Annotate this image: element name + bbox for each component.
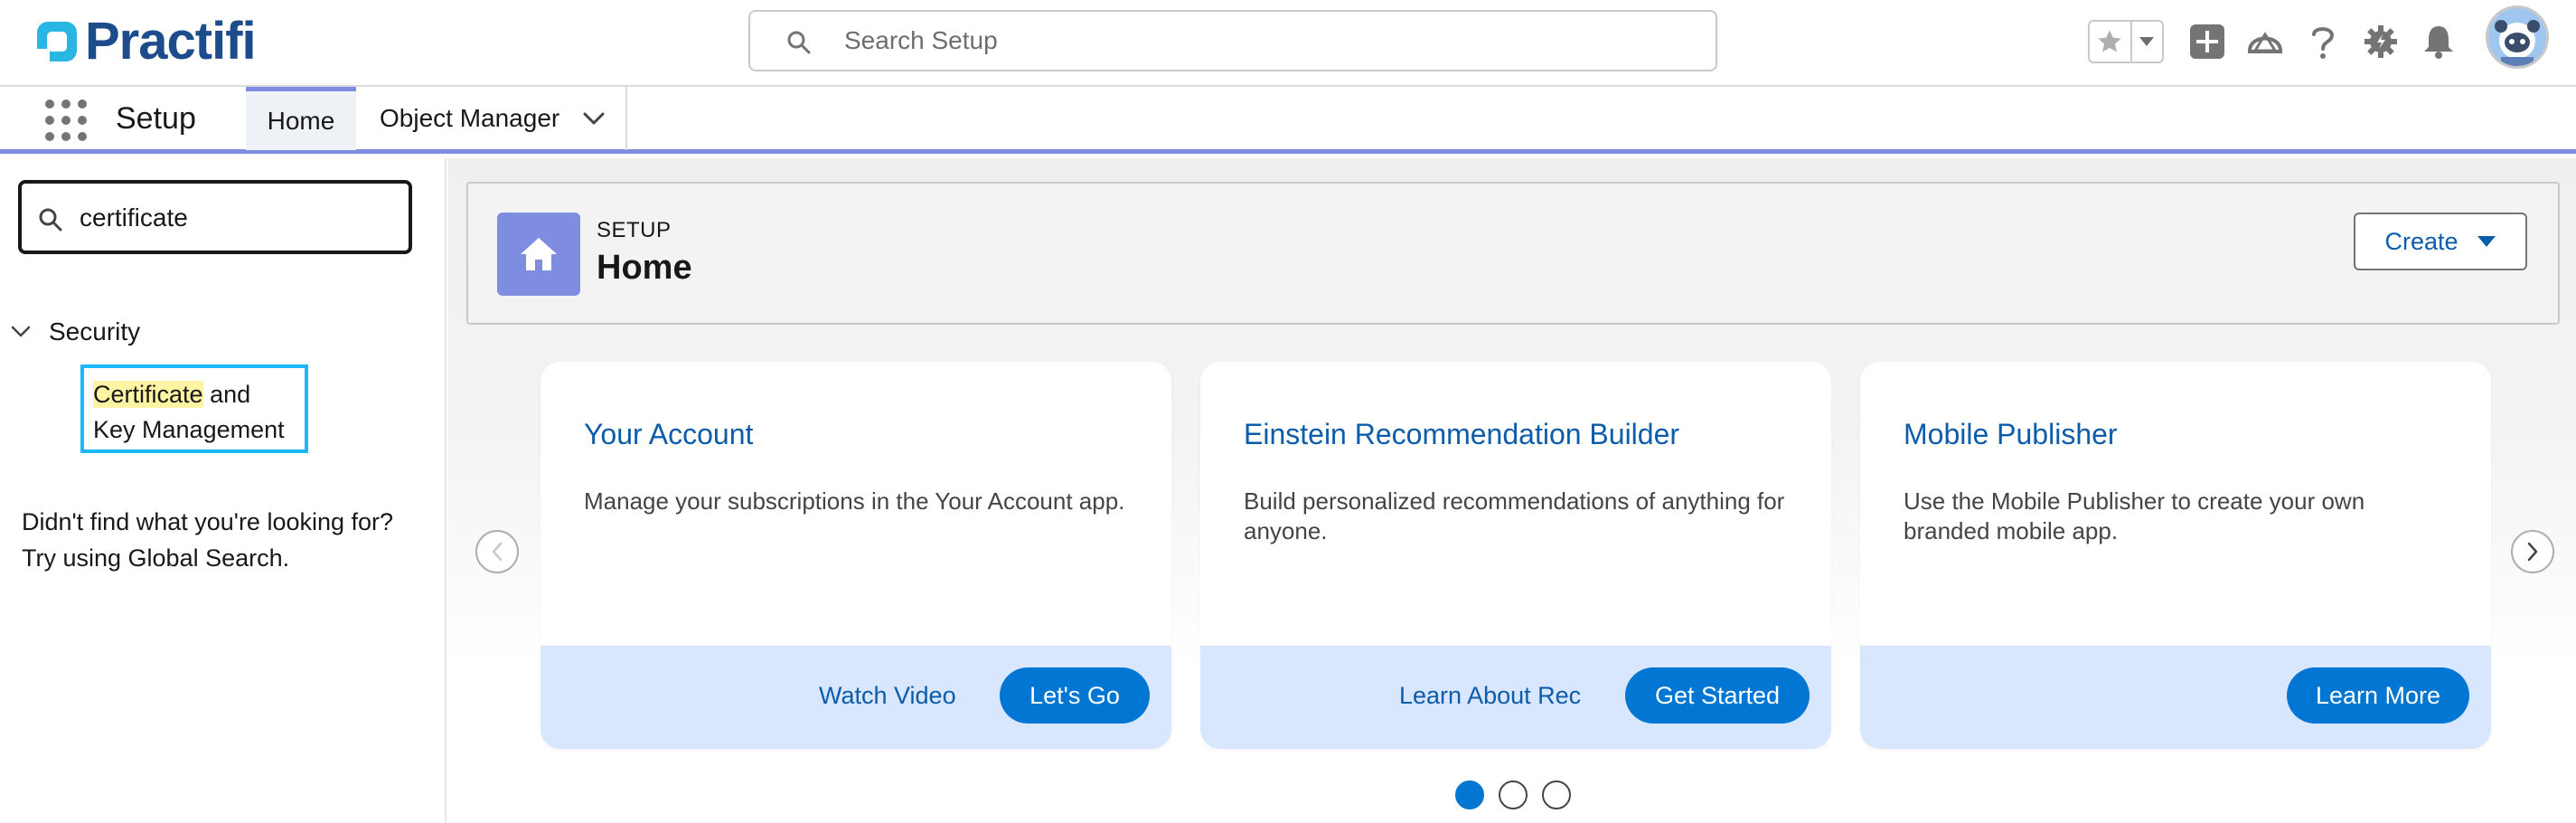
- create-button-label: Create: [2384, 227, 2458, 255]
- chevron-left-icon: [492, 542, 503, 562]
- favorites-group[interactable]: [2088, 20, 2164, 63]
- quick-find-box[interactable]: [18, 180, 412, 254]
- tab-home[interactable]: Home: [246, 87, 356, 150]
- caret-down-icon: [2139, 37, 2155, 46]
- chevron-down-icon[interactable]: [11, 326, 31, 338]
- global-actions-button[interactable]: [2187, 22, 2227, 61]
- app-launcher-icon[interactable]: [45, 99, 87, 141]
- carousel-next-button[interactable]: [2511, 530, 2554, 573]
- tab-home-label: Home: [267, 106, 335, 135]
- chevron-right-icon: [2527, 542, 2538, 562]
- card-title[interactable]: Einstein Recommendation Builder: [1244, 418, 1679, 451]
- watch-video-link[interactable]: Watch Video: [819, 682, 956, 710]
- trailhead-button[interactable]: [2245, 22, 2285, 61]
- app-name: Setup: [116, 101, 196, 136]
- bell-icon: [2424, 26, 2453, 59]
- create-button[interactable]: Create: [2354, 213, 2527, 270]
- tree-item-certificate-and-key-management[interactable]: Certificate and Key Management: [80, 364, 308, 453]
- setup-sidebar: Security Certificate and Key Management …: [0, 158, 447, 823]
- page-title: Home: [597, 249, 692, 287]
- tab-object-manager[interactable]: Object Manager: [358, 87, 627, 150]
- card-description: Build personalized recommendations of an…: [1244, 487, 1785, 544]
- lets-go-button[interactable]: Let's Go: [1000, 667, 1150, 724]
- practifi-logo[interactable]: Practifi: [34, 12, 257, 71]
- card-title[interactable]: Mobile Publisher: [1904, 418, 2118, 451]
- help-button[interactable]: [2303, 22, 2343, 61]
- carousel-card-mobile-publisher: Mobile Publisher Use the Mobile Publishe…: [1860, 362, 2491, 749]
- carousel-dot-2[interactable]: [1499, 780, 1528, 809]
- page-header: SETUP Home Create: [466, 182, 2560, 325]
- tab-object-manager-label: Object Manager: [380, 104, 560, 132]
- card-footer: Watch Video Let's Go: [541, 646, 1171, 749]
- card-footer: Learn More: [1860, 646, 2491, 749]
- card-description: Use the Mobile Publisher to create your …: [1904, 487, 2365, 544]
- card-footer: Learn About Rec Get Started: [1200, 646, 1831, 749]
- gear-icon: [2364, 25, 2397, 58]
- learn-more-button[interactable]: Learn More: [2287, 667, 2469, 724]
- search-icon: [39, 208, 62, 232]
- home-icon: [497, 213, 580, 296]
- add-icon: [2190, 24, 2224, 59]
- help-icon: [2312, 27, 2335, 59]
- setup-gear-button[interactable]: [2361, 22, 2401, 61]
- tree-node-security-label: Security: [49, 317, 141, 345]
- caret-down-icon: [2477, 236, 2496, 247]
- no-results-line-2: Try using Global Search.: [22, 544, 290, 572]
- search-highlight: Certificate: [93, 381, 203, 408]
- star-icon: [2098, 30, 2121, 52]
- quick-find-input[interactable]: [80, 200, 387, 236]
- no-results-line-1: Didn't find what you're looking for?: [22, 508, 394, 535]
- tree-node-security[interactable]: Security: [11, 317, 140, 346]
- carousel-dot-1[interactable]: [1455, 780, 1484, 809]
- notifications-button[interactable]: [2419, 22, 2458, 61]
- user-avatar[interactable]: [2486, 5, 2549, 69]
- chevron-down-icon[interactable]: [583, 111, 605, 126]
- carousel-card-your-account: Your Account Manage your subscriptions i…: [541, 362, 1171, 749]
- favorites-button[interactable]: [2090, 22, 2130, 61]
- practifi-wordmark: Practifi: [85, 12, 257, 71]
- favorites-dropdown-button[interactable]: [2129, 22, 2162, 61]
- carousel-card-einstein-recommendation-builder: Einstein Recommendation Builder Build pe…: [1200, 362, 1831, 749]
- setup-nav-bar: Setup Home Object Manager: [0, 87, 2576, 154]
- global-search-input[interactable]: [844, 21, 1658, 61]
- page-eyebrow: SETUP: [597, 218, 672, 242]
- get-started-button[interactable]: Get Started: [1625, 667, 1810, 724]
- trailhead-icon: [2248, 32, 2282, 53]
- no-results-message: Didn't find what you're looking for? Try…: [22, 504, 437, 576]
- setup-home-main: SETUP Home Create Your Account Manage yo…: [448, 158, 2576, 823]
- carousel-previous-button[interactable]: [475, 530, 519, 573]
- global-search-box[interactable]: [748, 10, 1717, 71]
- carousel-dot-3[interactable]: [1542, 780, 1571, 809]
- practifi-logo-mark-icon: [37, 22, 77, 61]
- search-icon: [787, 31, 811, 54]
- card-description: Manage your subscriptions in the Your Ac…: [584, 487, 1125, 515]
- card-title[interactable]: Your Account: [584, 418, 753, 451]
- carousel-pagination: [1455, 780, 1571, 809]
- astro-avatar-icon: [2488, 8, 2546, 66]
- learn-about-rec-link[interactable]: Learn About Rec: [1399, 682, 1581, 710]
- global-header: Practifi: [0, 0, 2576, 87]
